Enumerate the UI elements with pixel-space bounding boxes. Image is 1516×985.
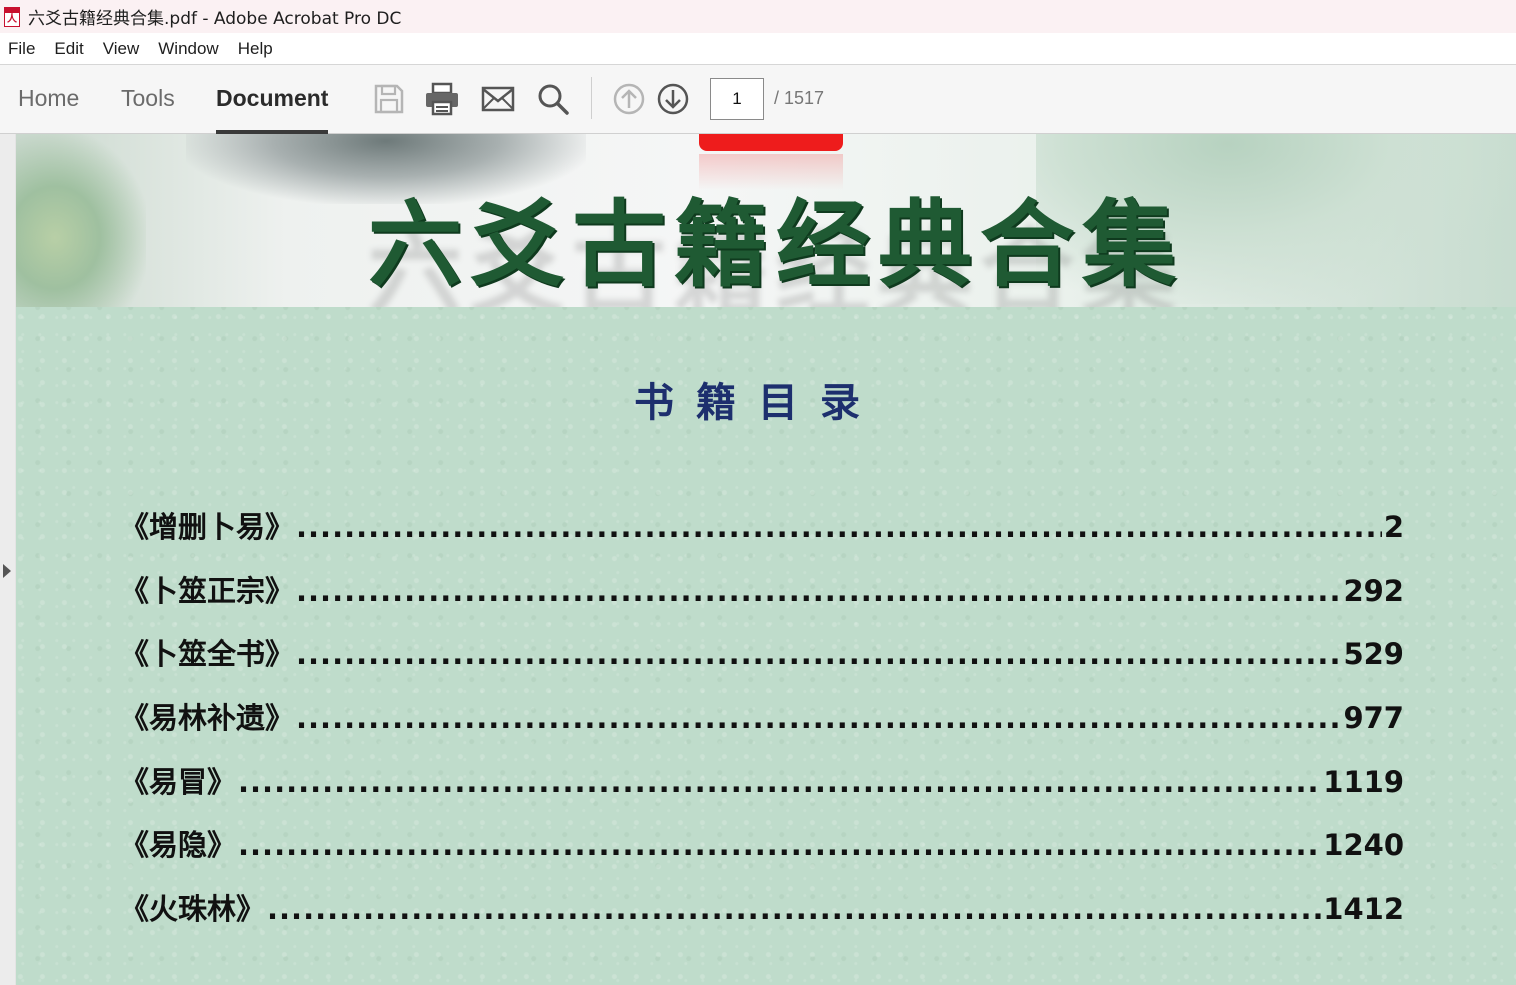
toc-entry-page: 292 xyxy=(1343,574,1404,608)
search-icon[interactable] xyxy=(535,81,571,117)
next-page-icon[interactable] xyxy=(655,81,691,117)
banner-seal xyxy=(699,134,843,151)
toc-entry-page: 977 xyxy=(1343,701,1404,735)
toc-leader: ........................................… xyxy=(267,892,1321,926)
toc-leader: ........................................… xyxy=(296,510,1382,544)
toolbar: Home Tools Document 1 / 1517 xyxy=(0,65,1516,134)
toc-entry-title: 《卜筮全书》 xyxy=(120,637,295,671)
toc-entry-title: 《卜筮正宗》 xyxy=(120,574,295,608)
banner-seal-reflection xyxy=(699,154,843,190)
toc-leader: ........................................… xyxy=(296,701,1342,735)
toc-entry-page: 1412 xyxy=(1323,892,1404,926)
page-banner: 六爻古籍经典合集 xyxy=(16,134,1516,307)
toc-entry-page: 1240 xyxy=(1323,828,1404,862)
toc-entry[interactable]: 《易隐》 ...................................… xyxy=(120,822,1404,862)
toc-entry[interactable]: 《卜筮正宗》 .................................… xyxy=(120,568,1404,608)
menu-window[interactable]: Window xyxy=(158,39,218,59)
menu-view[interactable]: View xyxy=(103,39,140,59)
email-icon[interactable] xyxy=(480,81,516,117)
banner-left-art xyxy=(16,134,146,307)
previous-page-icon[interactable] xyxy=(611,81,647,117)
toc-leader: ........................................… xyxy=(238,765,1322,799)
toc-entry-title: 《易林补遗》 xyxy=(120,701,295,735)
tab-tools[interactable]: Tools xyxy=(121,85,175,134)
toc-entry-title: 《增删卜易》 xyxy=(120,510,295,544)
title-bar: 人 六爻古籍经典合集.pdf - Adobe Acrobat Pro DC xyxy=(0,0,1516,33)
print-icon[interactable] xyxy=(424,81,460,117)
left-panel-toggle[interactable] xyxy=(0,134,15,985)
banner-title: 六爻古籍经典合集 xyxy=(367,190,1184,300)
toc-entry-page: 2 xyxy=(1383,510,1404,544)
toc-leader: ........................................… xyxy=(238,828,1322,862)
toc-entry-title: 《易隐》 xyxy=(120,828,237,862)
page-total: / 1517 xyxy=(774,88,825,108)
toc-entry[interactable]: 《易林补遗》 .................................… xyxy=(120,695,1404,735)
menu-help[interactable]: Help xyxy=(238,39,273,59)
toc-entry[interactable]: 《增删卜易》 .................................… xyxy=(120,504,1404,544)
toc-leader: ........................................… xyxy=(296,574,1342,608)
document-viewport[interactable]: 六爻古籍经典合集 书籍目录 《增删卜易》 ...................… xyxy=(0,134,1516,985)
expand-arrow-icon[interactable] xyxy=(3,564,11,578)
toc-entry-page: 529 xyxy=(1343,637,1404,671)
toc-heading: 书籍目录 xyxy=(634,379,882,426)
menu-file[interactable]: File xyxy=(8,39,35,59)
tab-document[interactable]: Document xyxy=(216,85,329,134)
page-number-input[interactable]: 1 xyxy=(710,78,764,120)
toc-entry-page: 1119 xyxy=(1323,765,1404,799)
toc-entry[interactable]: 《卜筮全书》 .................................… xyxy=(120,631,1404,671)
toc-entry[interactable]: 《火珠林》 ..................................… xyxy=(120,886,1404,926)
tab-home[interactable]: Home xyxy=(18,85,79,134)
window-title: 六爻古籍经典合集.pdf - Adobe Acrobat Pro DC xyxy=(28,9,402,29)
toc-entry-title: 《火珠林》 xyxy=(120,892,266,926)
save-icon[interactable] xyxy=(371,81,407,117)
pdf-file-icon: 人 xyxy=(4,6,20,27)
toc-leader: ........................................… xyxy=(296,637,1342,671)
toolbar-divider xyxy=(591,77,592,119)
menu-bar: File Edit View Window Help xyxy=(0,33,1516,65)
menu-edit[interactable]: Edit xyxy=(54,39,83,59)
toc-entry-title: 《易冒》 xyxy=(120,765,237,799)
toc-entry[interactable]: 《易冒》 ...................................… xyxy=(120,759,1404,799)
